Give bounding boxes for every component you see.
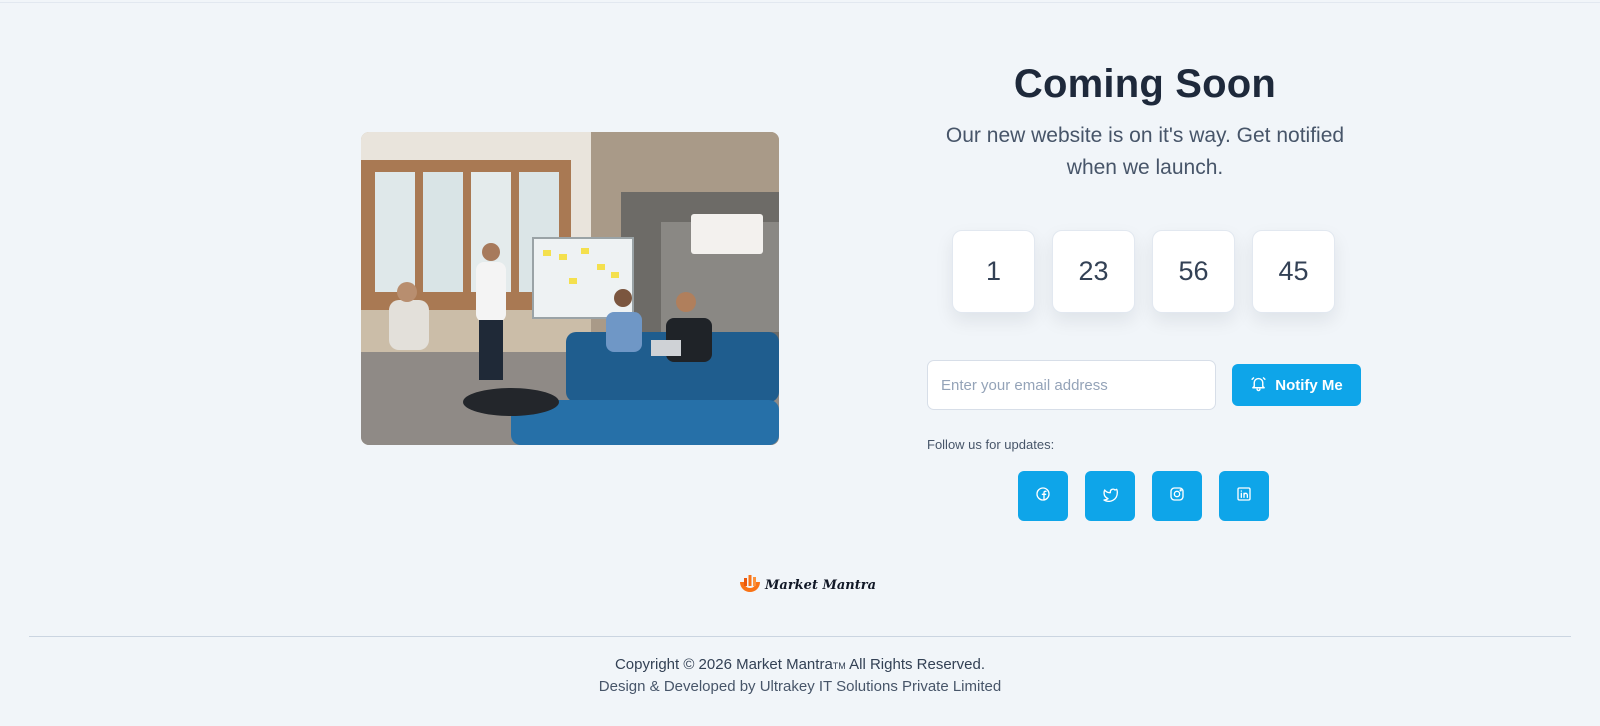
instagram-icon — [1169, 486, 1185, 507]
facebook-icon — [1035, 486, 1051, 507]
countdown-hours: 23 — [1052, 230, 1135, 313]
twitter-button[interactable] — [1085, 471, 1135, 521]
notify-me-button[interactable]: Notify Me — [1232, 364, 1361, 406]
countdown-minutes: 56 — [1152, 230, 1235, 313]
linkedin-icon — [1236, 486, 1252, 507]
social-links — [1018, 471, 1269, 521]
top-divider — [0, 2, 1600, 3]
notify-me-label: Notify Me — [1275, 376, 1343, 394]
developer-credit: Design & Developed by Ultrakey IT Soluti… — [598, 678, 1002, 695]
trademark-mark: TM — [832, 661, 846, 671]
copyright-text: Copyright © 2026 Market MantraTM All Rig… — [0, 656, 1600, 673]
countdown-seconds: 45 — [1252, 230, 1335, 313]
linkedin-button[interactable] — [1219, 471, 1269, 521]
footer-divider — [29, 636, 1571, 637]
twitter-icon — [1102, 486, 1118, 507]
logo-mark-icon — [738, 572, 762, 599]
logo-text: Market Mantra — [765, 578, 877, 593]
email-input[interactable] — [927, 360, 1216, 410]
page-title: Coming Soon — [1013, 62, 1277, 106]
countdown-timer: 1 23 56 45 — [952, 230, 1335, 313]
follow-us-text: Follow us for updates: — [927, 437, 1055, 452]
rights-text: All Rights Reserved. — [845, 656, 986, 673]
instagram-button[interactable] — [1152, 471, 1202, 521]
copyright-main: Copyright © 2026 Market Mantra — [614, 656, 833, 673]
bell-icon — [1250, 375, 1267, 396]
facebook-button[interactable] — [1018, 471, 1068, 521]
market-mantra-logo: Market Mantra — [738, 572, 876, 599]
team-meeting-photo — [361, 132, 779, 445]
countdown-days: 1 — [952, 230, 1035, 313]
page-subtitle: Our new website is on it's way. Get noti… — [945, 124, 1345, 179]
